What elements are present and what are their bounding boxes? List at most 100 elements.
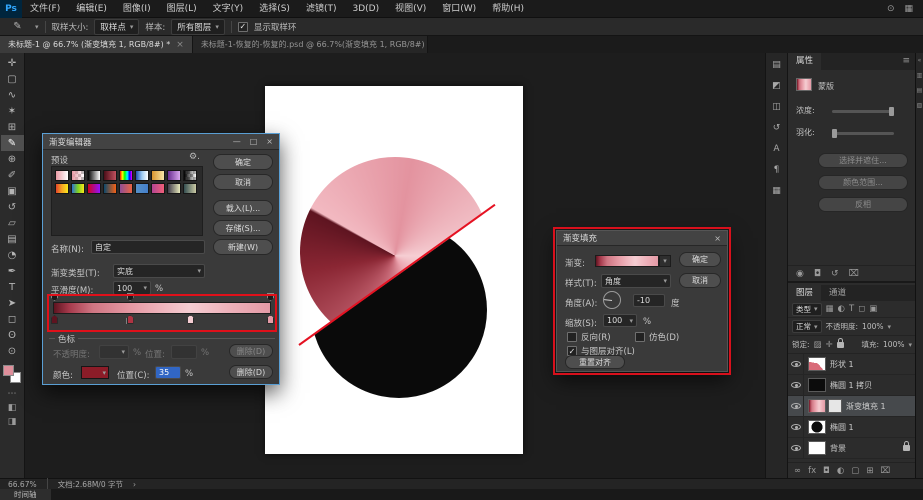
type-tool[interactable]: T [1,279,24,295]
gradient-preset-16[interactable] [167,183,181,194]
gradient-preset-6[interactable] [151,170,165,181]
style-select[interactable]: 角度 ▾ [601,274,671,288]
layer-thumbnail[interactable] [808,357,826,371]
gradient-tool[interactable]: ▤ [1,231,24,247]
delete-color-button[interactable]: 删除(D) [229,365,273,379]
visibility-toggle[interactable] [788,438,804,458]
crop-tool[interactable]: ⊞ [1,119,24,135]
gradient-preset-8[interactable] [183,170,197,181]
layer-row-ellipse-1-copy[interactable]: 椭圆 1 拷贝 [788,375,916,396]
layer-thumbnail[interactable] [808,441,826,455]
quick-mask-icon[interactable]: ◧ [1,401,24,415]
screen-mode-icon[interactable]: ◨ [1,415,24,429]
libraries-panel-icon[interactable]: ◫ [768,99,786,114]
adjustment-layer-icon[interactable]: ◐ [837,466,844,476]
info-panel-icon[interactable]: ▦ [768,183,786,198]
layer-row-gradient-fill-1[interactable]: 渐变填充 1 [788,396,916,417]
select-and-mask-button[interactable]: 选择并遮住... [818,153,908,168]
dock-icon-1[interactable]: ▥ [917,72,923,79]
new-layer-icon[interactable]: ⊞ [866,466,873,476]
smoothness-input[interactable]: 100 ▾ [113,281,151,295]
load-button[interactable]: 载入(L)... [213,200,273,216]
menu-item-6[interactable]: 滤镜(T) [298,0,345,18]
lasso-tool[interactable]: ∿ [1,87,24,103]
edit-toolbar-icon[interactable]: ⋯ [1,387,24,401]
dither-checkbox[interactable]: ✓ [635,332,645,342]
document-tab-1[interactable]: 未标题-1 @ 66.7% (渐变填充 1, RGB/8#) * × [0,36,193,53]
gradient-fill-thumbnail[interactable] [808,399,826,413]
workspace-switcher-icon[interactable]: ▦ [904,4,913,14]
status-chevron-icon[interactable]: › [133,480,136,489]
save-button[interactable]: 存储(S)... [213,220,273,236]
layer-name[interactable]: 椭圆 1 拷贝 [830,380,872,391]
document-tab-2[interactable]: 未标题-1-恢复的-恢复的.psd @ 66.7%(渐变填充 1, RGB/8#… [192,36,428,53]
filter-adjustment-icon[interactable]: ◐ [838,304,845,314]
spot-healing-tool[interactable]: ⊕ [1,151,24,167]
link-layers-icon[interactable]: ∞ [794,466,801,476]
menu-item-7[interactable]: 3D(D) [344,0,387,18]
density-slider[interactable] [832,107,894,116]
fill-value[interactable]: 100% [883,340,904,349]
gradient-preset-0[interactable] [55,170,69,181]
gradient-preset-9[interactable] [55,183,69,194]
document-canvas[interactable] [265,86,523,454]
delete-layer-icon[interactable]: ⌧ [880,466,890,476]
adjustments-panel-icon[interactable]: ◩ [768,78,786,93]
zoom-level[interactable]: 66.67% [8,480,37,489]
maximize-icon[interactable]: □ [250,137,258,146]
layer-thumbnail[interactable] [808,420,826,434]
layer-thumbnail[interactable] [808,378,826,392]
opacity-stop-0[interactable] [51,293,58,301]
history-panel-icon[interactable]: ↺ [768,120,786,135]
gradient-preset-4[interactable] [119,170,133,181]
dock-icon-3[interactable]: ▧ [917,102,923,109]
gradient-preset-7[interactable] [167,170,181,181]
character-panel-icon[interactable]: A [768,141,786,156]
search-icon[interactable]: ⊙ [887,4,895,14]
gradient-preset-11[interactable] [87,183,101,194]
feather-slider[interactable] [832,129,894,138]
gradient-type-select[interactable]: 实底 ▾ [113,264,205,278]
opacity-value[interactable]: 100% [862,322,883,331]
tool-preset-caret-icon[interactable]: ▾ [35,23,39,31]
close-icon[interactable]: × [714,234,721,243]
quick-selection-tool[interactable]: ✶ [1,103,24,119]
feather-slider-knob[interactable] [832,129,837,138]
reset-align-button[interactable]: 重置对齐 [565,355,625,369]
layer-name[interactable]: 形状 1 [830,359,854,370]
layer-name[interactable]: 渐变填充 1 [846,401,886,412]
marquee-tool[interactable]: ▢ [1,71,24,87]
opacity-stop-35[interactable] [126,293,134,301]
filter-smart-icon[interactable]: ▣ [869,304,877,314]
menu-item-0[interactable]: 文件(F) [22,0,68,18]
mask-apply-icon[interactable]: ◉ [796,269,804,279]
tab-properties[interactable]: 属性 [788,53,822,70]
foreground-color-swatch[interactable] [3,365,14,376]
close-tab-icon[interactable]: × [176,40,184,50]
gradient-preset-5[interactable] [135,170,149,181]
collapse-panels-icon[interactable]: « [918,57,922,64]
menu-item-3[interactable]: 图层(L) [159,0,205,18]
minimize-icon[interactable]: — [233,137,241,146]
gradient-preset-12[interactable] [103,183,117,194]
gradient-preset-3[interactable] [103,170,117,181]
sample-size-select[interactable]: 取样点 ▾ [94,18,140,35]
layer-mask-thumbnail[interactable] [828,399,842,413]
menu-item-10[interactable]: 帮助(H) [484,0,532,18]
filter-shape-icon[interactable]: ◻ [858,304,865,314]
menu-item-1[interactable]: 编辑(E) [68,0,115,18]
shape-tool[interactable]: ◻ [1,311,24,327]
gradient-preset-17[interactable] [183,183,197,194]
move-tool[interactable]: ✛ [1,55,24,71]
filter-pixel-icon[interactable]: ▦ [826,304,834,314]
color-stop-35[interactable] [126,315,134,324]
add-mask-icon[interactable]: ◘ [823,466,830,476]
pen-tool[interactable]: ✒ [1,263,24,279]
gradient-preset-2[interactable] [87,170,101,181]
gradient-preset-14[interactable] [135,183,149,194]
visibility-toggle[interactable] [788,354,804,374]
color-stop-100[interactable] [267,315,274,324]
layer-row-shape-1[interactable]: 形状 1 [788,354,916,375]
lock-position-icon[interactable]: ✛ [826,340,833,350]
tab-channels[interactable]: 通道 [821,285,854,301]
